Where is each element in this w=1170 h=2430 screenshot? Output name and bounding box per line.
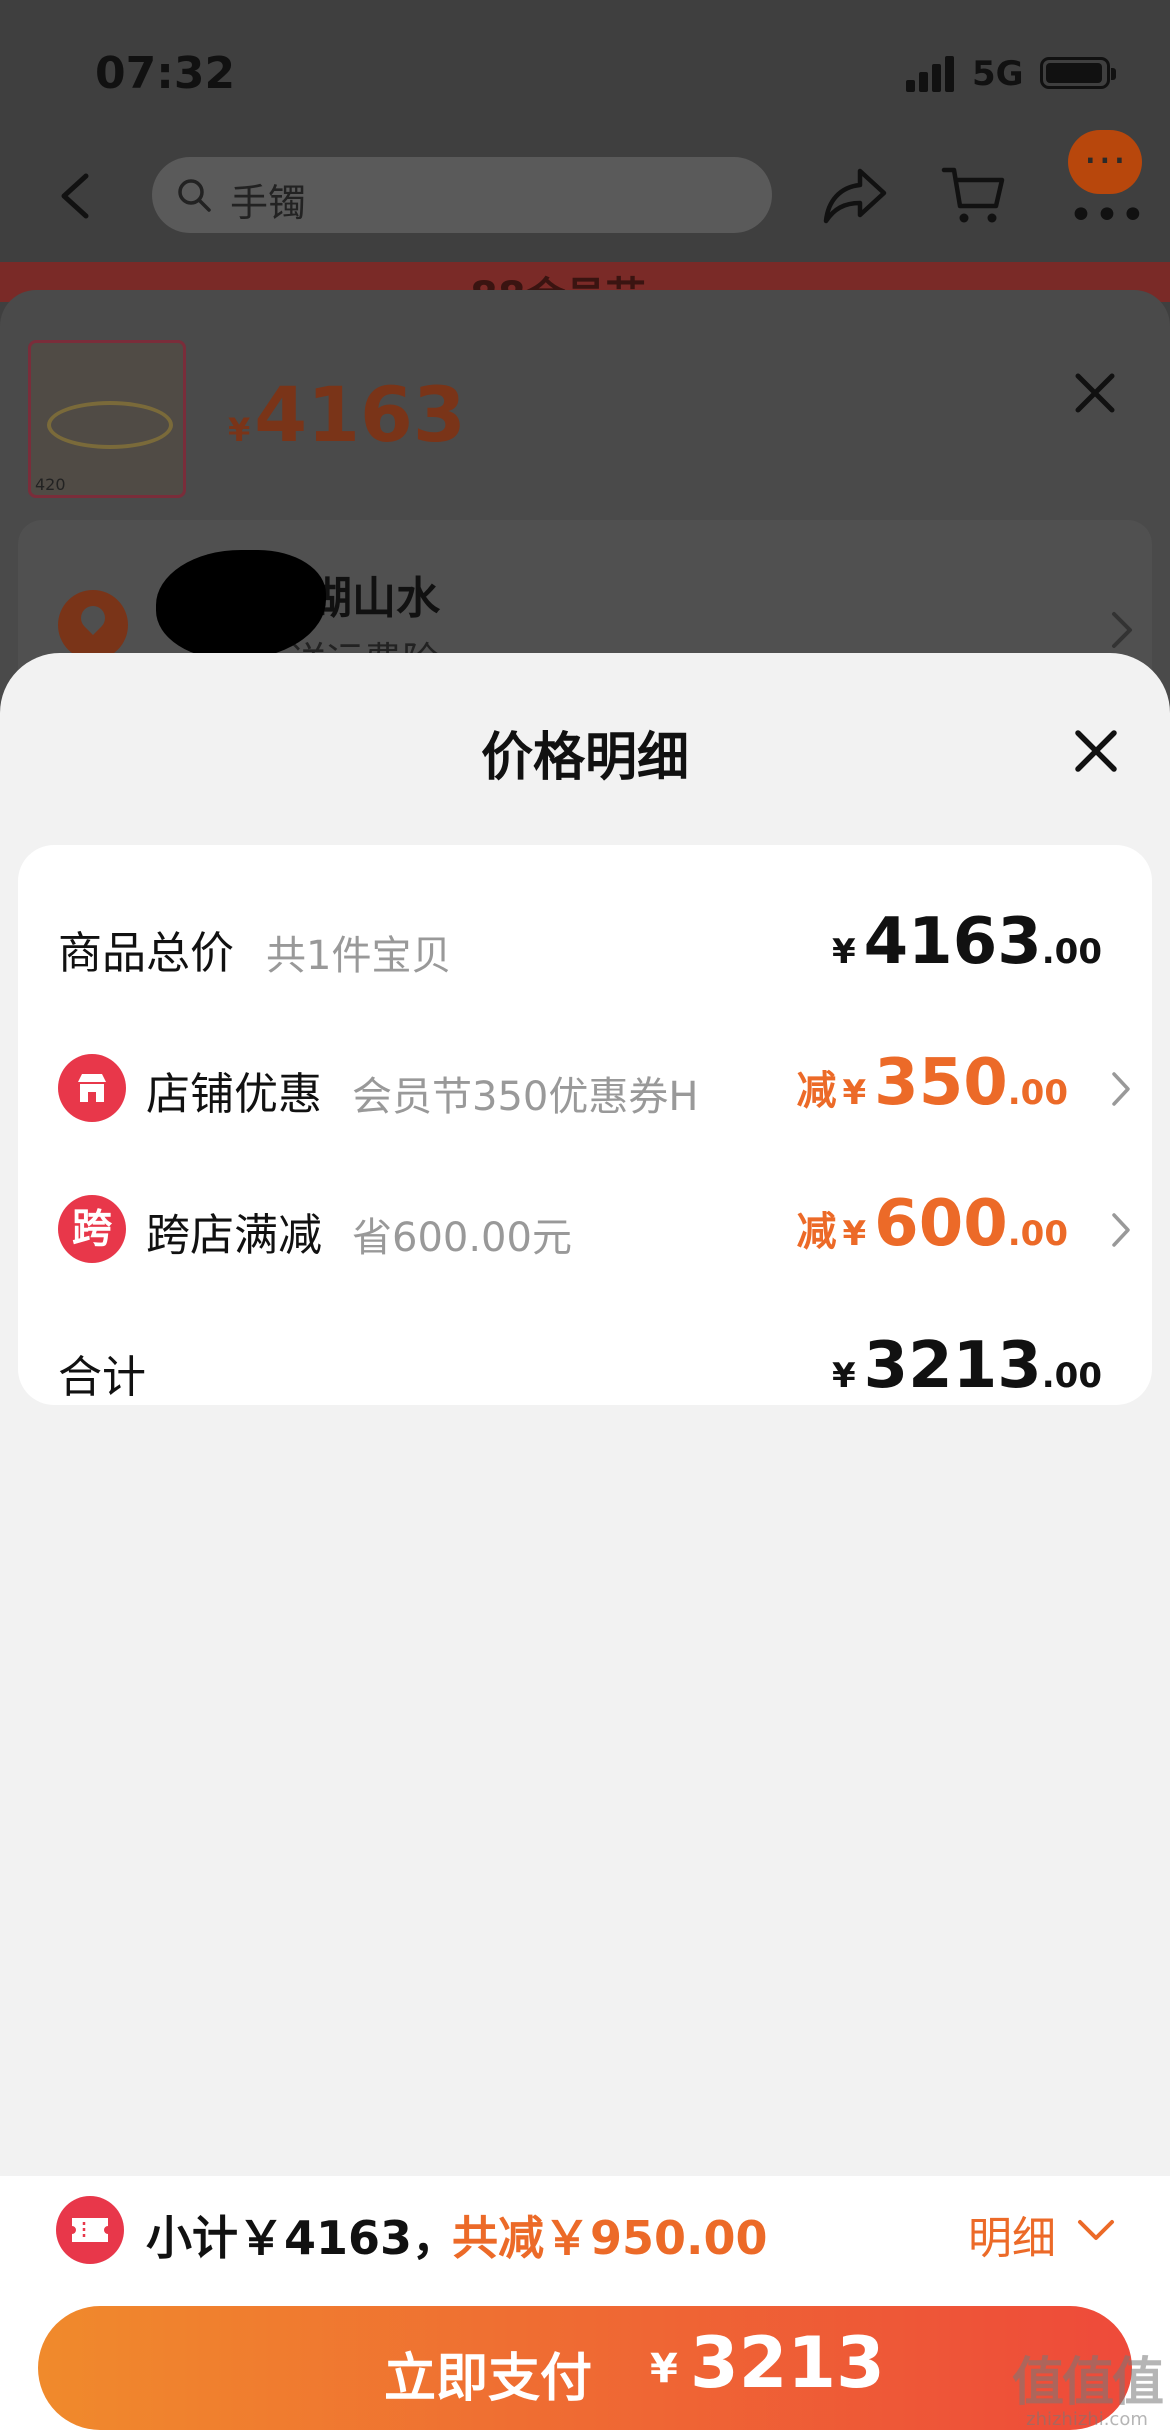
row-amount: ¥4163.00 [831,905,1102,979]
product-thumbnail: 420 [28,340,186,498]
more-icon[interactable]: ••• [1068,190,1146,241]
top-nav: 手镯 ••• [0,130,1170,260]
chevron-right-icon [1112,1072,1130,1106]
pay-currency: ¥ [650,2346,678,2392]
subtotal-text: 小计￥4163， [146,2211,459,2265]
location-icon [58,590,128,660]
back-icon[interactable] [52,170,100,222]
sheet-title: 价格明细 [480,728,689,788]
watermark: 值值值 zhizhizhi.com [1012,2340,1164,2430]
row-sub: 会员节350优惠券H [352,1074,699,1120]
row-total: 合计 ¥3213.00 [18,1315,1152,1415]
sku-sheet: 420 ¥4163 湖山水 详运费险 [0,290,1170,720]
watermark-url: zhizhizhi.com [1026,2409,1148,2430]
detail-toggle[interactable]: 明细 [968,2202,1056,2266]
status-time: 07:32 [95,48,236,99]
chevron-down-icon[interactable] [1076,2218,1116,2244]
pay-amount: 3213 [690,2322,885,2404]
close-icon[interactable] [1070,725,1122,777]
message-icon[interactable] [1068,130,1142,194]
pay-label: 立即支付 [384,2349,593,2409]
row-label: 店铺优惠 [146,1069,322,1120]
cross-store-icon: 跨 [58,1195,126,1263]
price-currency: ¥ [228,411,251,449]
address-name: 湖山水 [308,573,440,624]
row-amount: 减 ¥600.00 [796,1187,1069,1261]
network-type: 5G [972,54,1024,94]
signal-icon [906,56,956,92]
total-reduce-text: 共减￥950.00 [452,2211,768,2265]
battery-icon [1040,57,1116,89]
row-sub: 省600.00元 [352,1215,572,1261]
product-price: ¥4163 [228,370,466,459]
row-sub: 共1件宝贝 [266,933,452,979]
row-label: 跨店满减 [146,1210,322,1261]
row-amount: 减 ¥350.00 [796,1046,1069,1120]
chevron-right-icon [1112,612,1132,648]
thumb-tag: 420 [35,475,66,494]
row-label: 合计 [58,1352,146,1403]
background-page: 07:32 5G 手镯 ••• 88会员节 420 ¥4163 湖山水 [0,0,1170,720]
store-icon [58,1054,126,1122]
row-label: 商品总价 [58,928,234,979]
share-icon[interactable] [822,165,888,225]
price-detail-card: 商品总价 共1件宝贝 ¥4163.00 店铺优惠 会员节350优惠券H 减 ¥35… [18,845,1152,1405]
status-bar: 07:32 5G [0,0,1170,130]
row-amount: ¥3213.00 [831,1329,1102,1403]
chevron-right-icon [1112,1213,1130,1247]
search-placeholder: 手镯 [230,181,307,225]
bracelet-image [47,401,173,449]
row-cross-store-discount[interactable]: 跨 跨店满减 省600.00元 减 ¥600.00 [18,1173,1152,1273]
close-icon[interactable] [1070,368,1120,418]
search-icon [178,179,211,212]
checkout-bar: 小计￥4163， 共减￥950.00 明细 立即支付 ¥ 3213 [0,2176,1170,2430]
search-input[interactable]: 手镯 [152,157,772,233]
price-detail-sheet: 价格明细 商品总价 共1件宝贝 ¥4163.00 店铺优惠 会员节350优惠券H… [0,653,1170,2430]
pay-now-button[interactable]: 立即支付 ¥ 3213 [38,2306,1132,2430]
cart-icon[interactable] [940,162,1006,228]
watermark-logo: 值值值 [1012,2353,1164,2413]
row-goods-total: 商品总价 共1件宝贝 ¥4163.00 [18,891,1152,991]
price-value: 4163 [254,370,466,459]
row-store-discount[interactable]: 店铺优惠 会员节350优惠券H 减 ¥350.00 [18,1032,1152,1132]
coupon-icon [56,2196,124,2264]
